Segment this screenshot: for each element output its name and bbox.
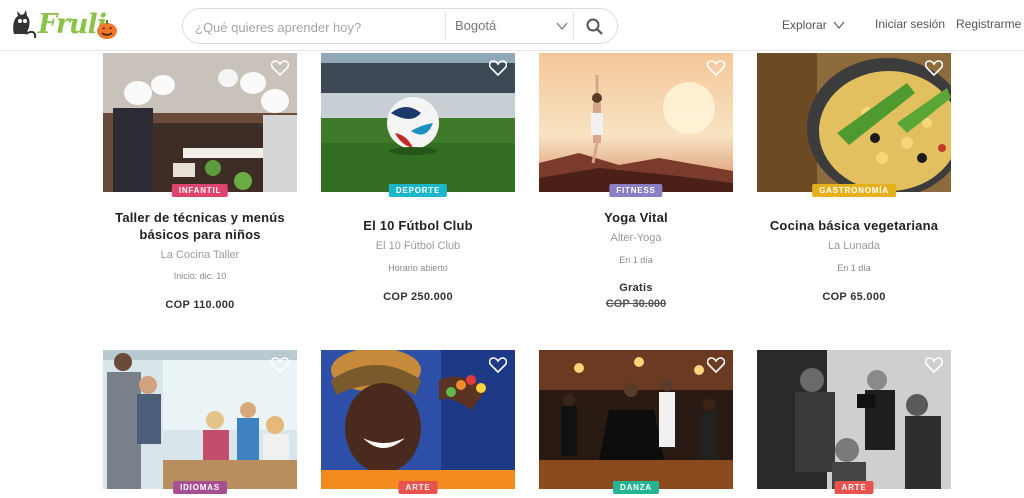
course-organizer: La Lunada: [828, 240, 880, 252]
heart-icon[interactable]: [925, 60, 943, 76]
pumpkin-icon: [97, 20, 117, 39]
course-price: COP 110.000: [165, 299, 235, 311]
heart-icon[interactable]: [271, 60, 289, 76]
course-price: COP 250.000: [383, 291, 453, 303]
explore-menu[interactable]: Explorar: [782, 18, 827, 32]
heart-icon[interactable]: [489, 357, 507, 373]
course-card[interactable]: DANZA: [539, 350, 733, 498]
search-icon[interactable]: [585, 17, 605, 37]
heart-icon[interactable]: [489, 60, 507, 76]
search-bar: Bogotá: [182, 8, 618, 44]
course-image[interactable]: [321, 350, 515, 489]
heart-icon[interactable]: [271, 357, 289, 373]
course-title[interactable]: El 10 Fútbol Club: [321, 217, 515, 234]
course-image[interactable]: [757, 350, 951, 489]
divider: [573, 13, 574, 41]
category-badge: GASTRONOMÍA: [812, 184, 896, 197]
course-card[interactable]: IDIOMAS: [103, 350, 297, 498]
course-title[interactable]: Yoga Vital: [539, 209, 733, 226]
course-image[interactable]: [321, 53, 515, 192]
city-select[interactable]: Bogotá: [455, 18, 496, 33]
course-title[interactable]: Cocina básica vegetariana: [757, 217, 951, 234]
course-organizer: Alter-Yoga: [610, 232, 662, 244]
category-badge: IDIOMAS: [173, 481, 227, 494]
course-image[interactable]: [539, 350, 733, 489]
course-date: En 1 día: [619, 255, 653, 265]
course-card[interactable]: FITNESS Yoga Vital Alter-Yoga En 1 día G…: [539, 53, 733, 323]
course-card[interactable]: ARTE: [757, 350, 951, 498]
course-card[interactable]: GASTRONOMÍA Cocina básica vegetariana La…: [757, 53, 951, 323]
course-image[interactable]: [757, 53, 951, 192]
category-badge: FITNESS: [609, 184, 663, 197]
login-link[interactable]: Iniciar sesión: [875, 17, 945, 31]
course-card[interactable]: INFANTIL Taller de técnicas y menús bási…: [103, 53, 297, 323]
heart-icon[interactable]: [925, 357, 943, 373]
category-badge: ARTE: [398, 481, 438, 494]
course-date: Inicio: dic. 10: [173, 271, 227, 281]
divider: [445, 13, 446, 41]
course-image[interactable]: [539, 53, 733, 192]
category-badge: ARTE: [834, 481, 874, 494]
course-title-line: básicos para niños: [139, 227, 261, 242]
course-price: COP 65.000: [822, 291, 886, 303]
course-price: Gratis: [619, 282, 653, 294]
search-input[interactable]: [195, 17, 445, 37]
logo[interactable]: Fruli: [8, 8, 120, 44]
cat-mascot-icon: [13, 10, 37, 39]
course-old-price: COP 30.000: [605, 298, 667, 310]
heart-icon[interactable]: [707, 60, 725, 76]
register-link[interactable]: Registrarme: [956, 17, 1021, 31]
course-organizer: El 10 Fútbol Club: [375, 240, 461, 252]
chevron-down-icon[interactable]: [833, 19, 845, 31]
category-badge: DANZA: [613, 481, 659, 494]
course-organizer: La Cocina Taller: [160, 249, 240, 261]
course-date: En 1 día: [837, 263, 871, 273]
heart-icon[interactable]: [707, 357, 725, 373]
course-title-line: Taller de técnicas y menús: [115, 210, 285, 225]
course-card[interactable]: DEPORTE El 10 Fútbol Club El 10 Fútbol C…: [321, 53, 515, 323]
course-image[interactable]: [103, 53, 297, 192]
category-badge: DEPORTE: [388, 184, 448, 197]
top-header: Fruli Bogotá Explorar Iniciar sesión Reg…: [0, 0, 1024, 51]
course-card[interactable]: ARTE: [321, 350, 515, 498]
category-badge: INFANTIL: [171, 184, 229, 197]
course-title[interactable]: Taller de técnicas y menús básicos para …: [103, 209, 297, 243]
course-image[interactable]: [103, 350, 297, 489]
chevron-down-icon[interactable]: [555, 19, 569, 33]
course-date: Horario abierto: [388, 263, 448, 273]
